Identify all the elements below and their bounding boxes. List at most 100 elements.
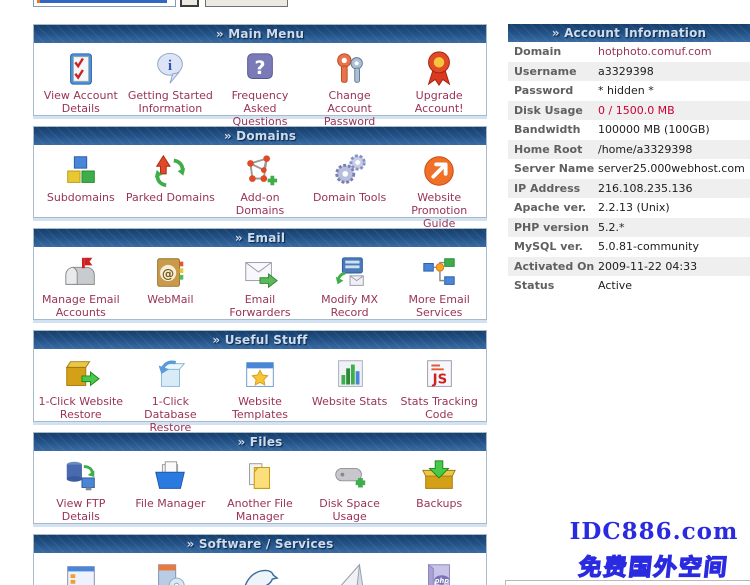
menu-item-mx-record[interactable]: Modify MX Record [305,252,395,319]
menu-item-label: More Email Services [394,293,484,319]
menu-item-promotion-guide[interactable]: Website Promotion Guide [394,150,484,230]
menu-item-label: View Account Details [36,89,126,115]
account-info-row: Username a3329398 [508,62,750,82]
menu-item-addon-domains[interactable]: Add-on Domains [215,150,305,230]
section-title: » Main Menu [34,25,486,43]
section-title: » Useful Stuff [34,331,486,349]
account-info-label: Activated On [508,260,598,273]
account-info-value: 0 / 1500.0 MB [598,104,675,117]
section-title: » Email [34,229,486,247]
manage-email-icon [36,252,126,292]
svg-text:php: php [434,577,449,585]
domain-tools-icon [305,150,395,190]
menu-item-email-forwarders[interactable]: Email Forwarders [215,252,305,319]
account-info-label: Bandwidth [508,123,598,136]
account-info-value: /home/a3329398 [598,143,692,156]
section-title: » Files [34,433,486,451]
change-password-icon [305,48,395,88]
menu-section: » Software / Services php php [33,534,487,585]
account-info-label: Status [508,279,598,292]
go-button[interactable]: Go [180,0,199,7]
menu-item-stats-code[interactable]: JS Stats Tracking Code [394,354,484,434]
menu-item-software-installer[interactable] [126,558,216,585]
account-info-label: IP Address [508,182,598,195]
menu-item-website-restore[interactable]: 1-Click Website Restore [36,354,126,434]
section-body: 1-Click Website Restore 1-Click Database… [34,349,486,421]
watermark-tagline: 免费国外空间 [556,548,750,582]
menu-item-database-restore[interactable]: 1-Click Database Restore [126,354,216,434]
menu-item-website-stats[interactable]: Website Stats [305,354,395,434]
backups-icon [394,456,484,496]
addon-domains-icon [215,150,305,190]
account-info-value: Active [598,279,632,292]
account-info-label: Password [508,84,598,97]
create-new-button[interactable]: Create New [205,0,288,7]
account-info-value: 100000 MB (100GB) [598,123,710,136]
menu-item-parked-domains[interactable]: Parked Domains [126,150,216,230]
menu-item-change-password[interactable]: Change Account Password [305,48,395,128]
account-info-row: PHP version 5.2.* [508,218,750,238]
menu-item-faq[interactable]: ? Frequency Asked Questions [215,48,305,128]
menu-section: » Email Manage Email Accounts @ WebMail … [33,228,487,320]
menu-item-domain-tools[interactable]: Domain Tools [305,150,395,230]
menu-item-ftp-details[interactable]: View FTP Details [36,456,126,523]
section-body: View Account Details i Getting Started I… [34,43,486,115]
account-info-value: 2.2.13 (Unix) [598,201,670,214]
account-info-label: Server Name [508,162,598,175]
menu-item-upgrade-account[interactable]: Upgrade Account! [394,48,484,128]
website-stats-icon [305,354,395,394]
svg-text:i: i [168,57,172,74]
menu-item-label: View FTP Details [36,497,126,523]
topbar: Go Create New [0,0,750,8]
website-templates-icon [215,354,305,394]
phpmyadmin-icon: php [305,558,395,585]
menu-item-label: Change Account Password [305,89,395,128]
menu-item-software-panel[interactable] [36,558,126,585]
menu-item-website-templates[interactable]: Website Templates [215,354,305,434]
webmail-icon: @ [126,252,216,292]
next-section-edge [505,580,750,585]
text-caret [37,0,40,3]
menu-section: » Domains Subdomains Parked Domains Add-… [33,126,487,218]
menu-item-label: Getting Started Information [126,89,216,115]
account-info-label: Domain [508,45,598,58]
menu-section: » Useful Stuff 1-Click Website Restore 1… [33,330,487,422]
account-info-table: Domain hotphoto.comuf.com Username a3329… [508,42,750,296]
menu-item-label: Subdomains [36,191,126,204]
menu-item-file-manager[interactable]: File Manager [126,456,216,523]
menu-sections-column: » Main Menu View Account Details i Getti… [33,24,487,585]
menu-item-label: Frequency Asked Questions [215,89,305,128]
domain-select-input[interactable] [33,0,176,7]
menu-item-getting-started[interactable]: i Getting Started Information [126,48,216,128]
menu-item-mysql[interactable] [215,558,305,585]
menu-section: » Files View FTP Details File Manager An… [33,432,487,524]
menu-item-disk-usage[interactable]: Disk Space Usage [305,456,395,523]
menu-item-label: Domain Tools [305,191,395,204]
menu-item-subdomains[interactable]: Subdomains [36,150,126,230]
disk-usage-icon [305,456,395,496]
menu-item-phpmyadmin[interactable]: php [305,558,395,585]
menu-item-php[interactable]: php [394,558,484,585]
subdomains-icon [36,150,126,190]
menu-item-more-email[interactable]: More Email Services [394,252,484,319]
account-info-value: * hidden * [598,84,654,97]
account-info-value[interactable]: hotphoto.comuf.com [598,45,712,58]
account-info-label: Disk Usage [508,104,598,117]
menu-section: » Main Menu View Account Details i Getti… [33,24,487,116]
svg-text:JS: JS [432,373,448,388]
menu-item-another-file-manager[interactable]: Another File Manager [215,456,305,523]
email-forwarders-icon [215,252,305,292]
menu-item-account-details[interactable]: View Account Details [36,48,126,128]
menu-item-backups[interactable]: Backups [394,456,484,523]
watermark: IDC886.com 免费国外空间 [558,518,750,582]
account-info-row: Home Root /home/a3329398 [508,140,750,160]
menu-item-webmail[interactable]: @ WebMail [126,252,216,319]
menu-item-label: Upgrade Account! [394,89,484,115]
more-email-icon [394,252,484,292]
menu-item-label: Modify MX Record [305,293,395,319]
menu-item-manage-email[interactable]: Manage Email Accounts [36,252,126,319]
watermark-site-name: IDC886.com [558,518,750,545]
account-info-row: Password * hidden * [508,81,750,101]
menu-item-label: Website Promotion Guide [394,191,484,230]
page: Go Create New » Main Menu View Account D… [0,0,750,585]
